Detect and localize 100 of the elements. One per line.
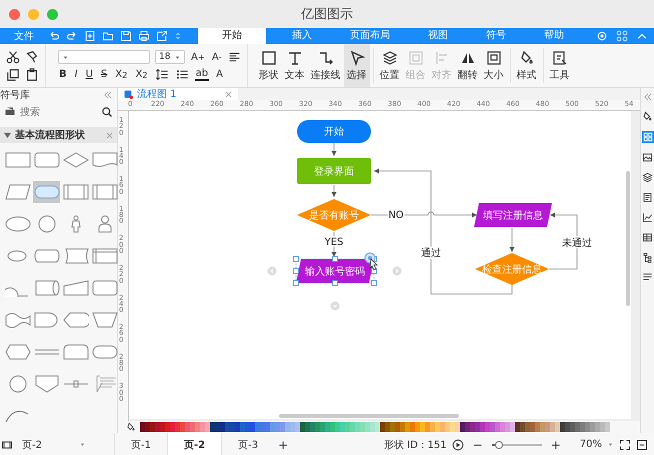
fullscreen-icon[interactable]: [619, 438, 631, 450]
terminal-shape-icon[interactable]: [34, 183, 60, 201]
search-field[interactable]: 搜索: [20, 104, 97, 120]
new-page-icon[interactable]: [84, 30, 96, 42]
folder-icon[interactable]: [102, 30, 114, 42]
text-format-button[interactable]: I: [74, 69, 79, 80]
fill-icon[interactable]: [642, 111, 653, 122]
caret-icon[interactable]: [174, 31, 182, 41]
layers-icon[interactable]: [642, 172, 653, 183]
rounded-rectangle-shape-icon[interactable]: [62, 343, 88, 361]
document-tab[interactable]: 流程图 1: [118, 88, 238, 100]
export-icon[interactable]: [156, 30, 168, 42]
manual-input-shape-icon[interactable]: [62, 279, 88, 297]
ribbon-tab[interactable]: 开始: [198, 28, 266, 44]
copy-icon[interactable]: [6, 68, 20, 82]
start-node[interactable]: 开始: [297, 120, 371, 143]
page-view-icon[interactable]: [0, 438, 14, 450]
paste-icon[interactable]: [25, 68, 39, 82]
zoom-value[interactable]: 70%: [580, 439, 602, 450]
chart-icon[interactable]: [642, 212, 653, 223]
data-node[interactable]: 填写注册信息: [474, 203, 552, 227]
tool-button[interactable]: 文本: [282, 44, 308, 87]
tool-button[interactable]: 形状: [256, 44, 282, 87]
text-format-button[interactable]: U: [84, 69, 94, 80]
page-icon[interactable]: [642, 192, 653, 203]
page-dropdown[interactable]: 页-2: [14, 438, 94, 452]
font-size-field[interactable]: 18: [155, 50, 185, 64]
align-icon[interactable]: [228, 50, 241, 64]
tool-button[interactable]: 连接线: [308, 44, 344, 87]
display-shape-icon[interactable]: [62, 311, 88, 329]
tool-button[interactable]: 大小: [480, 44, 507, 87]
scrollbar[interactable]: [279, 414, 459, 418]
slider-thumb[interactable]: [495, 440, 504, 448]
redo-icon[interactable]: [66, 30, 78, 42]
connector-arrow[interactable]: [510, 228, 514, 252]
list-icon[interactable]: [642, 272, 653, 283]
line-spacing-icon[interactable]: [154, 68, 169, 81]
undo-icon[interactable]: [48, 30, 60, 42]
diamond-shape-icon[interactable]: [62, 151, 88, 169]
category-header[interactable]: 基本流程图形状: [0, 127, 117, 143]
connector-arrow[interactable]: [370, 212, 478, 218]
grid-icon[interactable]: [642, 131, 654, 143]
delay-shape-icon[interactable]: [34, 311, 60, 329]
connector-arrow[interactable]: [332, 184, 336, 198]
document-shape-icon[interactable]: [92, 151, 118, 169]
fill-icon[interactable]: [126, 422, 136, 432]
bullet-list-icon[interactable]: [174, 68, 189, 81]
apps-icon[interactable]: [616, 30, 628, 42]
selection-handle[interactable]: [332, 280, 338, 286]
fit-page-icon[interactable]: [636, 438, 648, 450]
rounded-rectangle-shape-icon[interactable]: [34, 151, 60, 169]
rectangle-shape-icon[interactable]: [4, 151, 30, 169]
tree-icon[interactable]: [642, 252, 653, 263]
subprocess-shape-icon[interactable]: [62, 183, 88, 201]
tool-button[interactable]: 位置: [376, 44, 403, 87]
maximize-button[interactable]: [47, 9, 58, 20]
tool-button[interactable]: 选择: [344, 44, 370, 87]
wave-shape-icon[interactable]: [4, 311, 30, 329]
collapse-icon[interactable]: [642, 92, 652, 102]
text-format-button[interactable]: A: [215, 69, 224, 80]
play-icon[interactable]: [452, 438, 464, 450]
add-page-button[interactable]: +: [274, 438, 292, 452]
text-format-button[interactable]: S: [100, 69, 108, 80]
color-palette[interactable]: [140, 422, 610, 432]
hexagon-shape-icon[interactable]: [4, 343, 30, 361]
page-tab[interactable]: 页-3: [221, 433, 274, 455]
zoom-out-button[interactable]: −: [468, 438, 487, 452]
save-icon[interactable]: [120, 30, 132, 42]
selection-handle[interactable]: [332, 256, 338, 262]
trapezoid-shape-icon[interactable]: [92, 311, 118, 329]
library-menu-icon[interactable]: [4, 106, 16, 118]
text-format-button[interactable]: ab: [194, 68, 210, 81]
table-icon[interactable]: [642, 232, 653, 243]
ellipse-shape-icon[interactable]: [4, 215, 30, 233]
close-icon[interactable]: [225, 90, 232, 98]
cylinder-shape-icon[interactable]: [34, 247, 60, 265]
image-icon[interactable]: [642, 152, 653, 163]
internal-storage-shape-icon[interactable]: [92, 247, 118, 265]
stadium-shape-icon[interactable]: [92, 343, 118, 361]
text-format-button[interactable]: B: [58, 69, 68, 80]
format-painter-icon[interactable]: [25, 50, 39, 64]
collapse-icon[interactable]: [103, 90, 113, 100]
tool-button[interactable]: 翻转: [454, 44, 481, 87]
settings-icon[interactable]: [596, 30, 608, 42]
font-field[interactable]: [58, 50, 150, 64]
drum-shape-icon[interactable]: [34, 279, 60, 297]
card-shape-icon[interactable]: [62, 247, 88, 265]
scrollbar[interactable]: [626, 171, 630, 306]
cut-icon[interactable]: [6, 50, 20, 64]
subprocess-shape-icon[interactable]: [92, 183, 118, 201]
tool-button[interactable]: 样式: [514, 44, 540, 87]
caret-icon[interactable]: [607, 441, 614, 448]
parallelogram-shape-icon[interactable]: [4, 183, 30, 201]
rounded-rectangle-shape-icon[interactable]: [92, 279, 118, 297]
connector-arrow[interactable]: [332, 142, 336, 156]
tool-button[interactable]: 工具: [546, 44, 573, 87]
zoom-in-button[interactable]: +: [546, 438, 565, 452]
close-button[interactable]: [9, 9, 20, 20]
search-icon[interactable]: [101, 106, 113, 118]
pentagon-shape-icon[interactable]: [34, 375, 60, 393]
